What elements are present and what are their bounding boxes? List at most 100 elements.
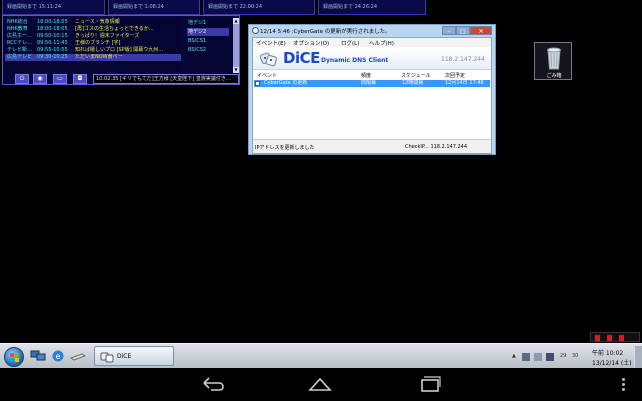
network-icon[interactable] [30, 349, 46, 363]
taskbar: e DiCE ▲ 29 30 午前 10:02 13/12/14 (土) [0, 343, 642, 368]
dice-task-icon [100, 352, 114, 363]
recycle-bin-icon [547, 47, 561, 70]
home-icon[interactable] [306, 374, 334, 394]
program-row[interactable]: NHK総合 18:00-18:05 ニュース・気象情報 [7, 19, 120, 26]
program-channel: NHK総合 [7, 19, 28, 25]
program-title: [再]ゴスの生活ちょっとできるか… [75, 26, 154, 32]
menu-log[interactable]: ログ(L) [341, 39, 359, 47]
tray-number[interactable]: 30 [572, 353, 582, 361]
program-time: 09:55-10:55 [37, 47, 68, 53]
channel-scrollbar[interactable]: ▲ ▼ [233, 18, 239, 73]
recent-apps-icon[interactable] [416, 374, 444, 394]
taskbar-item-label: DiCE [117, 353, 132, 360]
record-icon[interactable]: ◉ [33, 74, 47, 84]
program-time: 09:30-10:25 [37, 54, 68, 60]
timer-label: 録画開始まで 15:11:24 [7, 4, 62, 10]
app-subtitle: Dynamic DNS Client [321, 57, 389, 64]
program-time: 09:50-11:45 [37, 40, 68, 46]
channel-item[interactable]: BS/CS2 [187, 46, 229, 54]
table-row[interactable]: CyberGate の更新 間隔毎 12時間毎 12月14日 17:46 [254, 80, 490, 87]
recycle-bin-label: ごみ箱 [546, 73, 562, 79]
program-title: きっぱり！週末ファイターズ [75, 33, 140, 39]
android-nav-bar [0, 368, 642, 401]
channel-item-selected[interactable]: 地デジ2 [187, 28, 229, 36]
removable-drive-icon[interactable] [70, 349, 86, 363]
program-row[interactable]: 広島ホー… 09:50-10:15 きっぱり！週末ファイターズ [7, 33, 139, 40]
column-header[interactable]: イベント [257, 72, 277, 79]
program-row[interactable]: NHK教育 18:00-18:05 [再]ゴスの生活ちょっとできるか… [7, 26, 154, 33]
timer-label: 録画開始まで 1:08:24 [113, 4, 164, 10]
app-icon [252, 27, 259, 34]
system-tray: ▲ 29 30 午前 10:02 13/12/14 (土) [510, 346, 642, 368]
window-body: イベント(E) オプション(O) ログ(L) ヘルプ(H) DiCE Dynam… [252, 37, 492, 154]
scroll-up-icon[interactable]: ▲ [233, 18, 239, 24]
tv-ticker: 10:02:35 [ギリでもてだ]王方様 [天皇陛下] 皇族実議付き… [93, 74, 239, 84]
column-header[interactable]: 次回予定 [445, 72, 465, 79]
program-row-selected[interactable]: 広島テレビ 09:30-10:25 ただいまNOW食べー [5, 54, 181, 61]
program-title: 知れば嬉しいプロ [SP版] 開幕ウ九州… [75, 47, 164, 53]
tv-guide-widget: NHK総合 18:00-18:05 ニュース・気象情報 NHK教育 18:00-18:… [2, 15, 240, 85]
clock-date[interactable]: 13/12/14 (土) [592, 358, 632, 367]
program-row[interactable]: テレビ新… 09:55-10:55 知れば嬉しいプロ [SP版] 開幕ウ九州… [7, 47, 163, 54]
maximize-button[interactable]: □ [456, 26, 470, 35]
program-channel: テレビ新… [7, 47, 33, 53]
recycle-bin[interactable]: ごみ箱 [534, 42, 572, 80]
windows-logo-icon [10, 353, 19, 362]
program-title: ニュース・気象情報 [75, 19, 120, 25]
tray-network-icon[interactable] [546, 353, 554, 361]
current-ip: 118.2.147.244 [441, 56, 485, 63]
program-row[interactable]: RCCテレ… 09:50-11:45 王様のブランチ [字] [7, 40, 121, 47]
row-schedule: 12時間毎 [402, 80, 424, 86]
timer-label: 録画開始まで 22:00:24 [208, 4, 263, 10]
column-header[interactable]: スケジュール [401, 72, 431, 79]
tray-monitor-icon[interactable] [522, 353, 530, 361]
taskbar-item-dice[interactable]: DiCE [94, 346, 174, 366]
row-next: 12月14日 17:46 [445, 80, 484, 86]
tray-expand-icon[interactable]: ▲ [512, 353, 520, 361]
channel-item[interactable]: BS/CS1 [187, 37, 229, 45]
ime-indicator[interactable] [590, 332, 640, 342]
clock-time[interactable]: 午前 10:02 [592, 348, 623, 357]
back-icon[interactable] [199, 374, 227, 394]
event-table: イベント 頻度 スケジュール 次回予定 CyberGate の更新 間隔毎 12… [253, 71, 491, 137]
program-channel: 広島ホー… [7, 33, 33, 39]
channel-list: 地デジ1 地デジ2 BS/CS1 BS/CS2 [185, 18, 231, 73]
program-title: 王様のブランチ [字] [75, 40, 121, 46]
status-checkip: CheckIP... 118.2.147.244 [405, 144, 468, 150]
minimize-button[interactable]: – [442, 26, 456, 35]
tray-calendar-icon[interactable] [534, 353, 542, 361]
show-desktop-button[interactable] [634, 346, 642, 368]
scroll-down-icon[interactable]: ▼ [233, 67, 239, 73]
status-message: IPアドレスを更新しました [255, 145, 315, 151]
svg-text:e: e [56, 352, 61, 361]
channel-item[interactable]: 地デジ1 [187, 19, 229, 27]
dice-logo-icon [259, 52, 277, 67]
program-channel: RCCテレ… [7, 40, 33, 46]
tv-toolbar: ⏻ ◉ ▭ ◘ 10:02:35 [ギリでもてだ]王方様 [天皇陛下] 皇族実議… [5, 74, 239, 84]
menu-help[interactable]: ヘルプ(H) [369, 39, 394, 47]
status-bar: IPアドレスを更新しました CheckIP... 118.2.147.244 [253, 139, 491, 153]
dice-window: 12/14 5:46 :CyberGate の更新が実行されました。 – □ ✕… [248, 24, 496, 155]
screen-icon[interactable]: ▭ [53, 74, 67, 84]
row-frequency: 間隔毎 [361, 80, 377, 86]
overflow-menu-icon[interactable] [622, 378, 626, 392]
timer-strip-2: 録画開始まで 1:08:24 [108, 0, 200, 15]
app-banner: DiCE Dynamic DNS Client 118.2.147.244 [253, 48, 491, 70]
program-channel: 広島テレビ [7, 54, 33, 60]
internet-explorer-icon[interactable]: e [50, 349, 66, 363]
title-bar[interactable]: 12/14 5:46 :CyberGate の更新が実行されました。 – □ ✕ [249, 25, 495, 36]
menu-event[interactable]: イベント(E) [256, 39, 286, 47]
row-checkbox[interactable] [255, 81, 260, 86]
start-button[interactable] [4, 347, 24, 367]
timer-strip-3: 録画開始まで 22:00:24 [203, 0, 315, 15]
column-header[interactable]: 頻度 [361, 72, 371, 79]
camera-icon[interactable]: ◘ [73, 74, 87, 84]
close-button[interactable]: ✕ [470, 26, 492, 35]
program-time: 18:00-18:05 [37, 26, 68, 32]
tray-number[interactable]: 29 [560, 353, 570, 361]
app-logo: DiCE [283, 49, 320, 67]
menu-option[interactable]: オプション(O) [293, 39, 329, 47]
program-time: 09:50-10:15 [37, 33, 68, 39]
program-channel: NHK教育 [7, 26, 28, 32]
power-icon[interactable]: ⏻ [15, 74, 29, 84]
